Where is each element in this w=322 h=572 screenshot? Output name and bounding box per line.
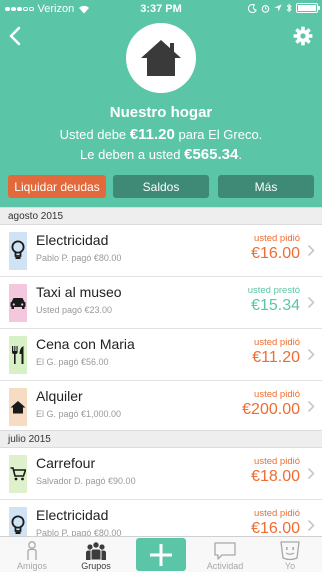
- tab-activity-label: Actividad: [206, 561, 244, 571]
- expense-payer: Usted pagó €23.00: [36, 305, 113, 315]
- tab-groups-label: Grupos: [81, 561, 111, 571]
- add-expense-button[interactable]: [136, 538, 186, 571]
- you-owe-summary: Usted debe €11.20 para El Greco.: [59, 126, 263, 143]
- chevron-right-icon: [307, 467, 315, 480]
- section-header-agosto: agosto 2015: [0, 207, 322, 225]
- expense-payer: El G. pagó €1,000.00: [36, 409, 122, 419]
- person-icon: [27, 541, 37, 560]
- gear-icon[interactable]: [293, 26, 313, 46]
- tab-bar: Amigos Grupos Actividad Yo: [0, 536, 322, 572]
- expense-payer: Pablo P. pagó €80.00: [36, 253, 122, 263]
- chevron-right-icon: [307, 348, 315, 361]
- chevron-right-icon: [307, 244, 315, 257]
- alarm-icon: [261, 4, 270, 13]
- expense-payer: El G. pagó €56.00: [36, 357, 109, 367]
- speech-bubble-icon: [214, 542, 236, 560]
- chevron-right-icon: [307, 519, 315, 532]
- expense-amount: €11.20: [252, 349, 300, 366]
- owed-to-you-amount: €565.34: [184, 146, 239, 163]
- expense-title: Cena con Maria: [36, 336, 135, 352]
- chevron-right-icon: [307, 400, 315, 413]
- car-icon: [9, 284, 27, 322]
- expense-status: usted pidió: [254, 389, 300, 400]
- expense-row-cena[interactable]: Cena con Maria El G. pagó €56.00 usted p…: [0, 329, 322, 381]
- expense-row-alquiler[interactable]: Alquiler El G. pagó €1,000.00 usted pidi…: [0, 381, 322, 433]
- tab-friends-label: Amigos: [16, 561, 47, 571]
- expense-row-carrefour[interactable]: Carrefour Salvador D. pagó €90.00 usted …: [0, 448, 322, 500]
- shopping-cart-icon: [9, 455, 27, 493]
- lightbulb-icon: [9, 232, 27, 270]
- expense-title: Electricidad: [36, 232, 109, 248]
- expense-title: Electricidad: [36, 507, 109, 523]
- settle-up-button[interactable]: Liquidar deudas: [8, 175, 106, 198]
- expense-row-electricidad[interactable]: Electricidad Pablo P. pagó €80.00 usted …: [0, 225, 322, 277]
- expense-title: Alquiler: [36, 388, 83, 404]
- home-icon: [141, 40, 181, 76]
- back-chevron-icon[interactable]: [6, 24, 26, 48]
- expense-amount: €15.34: [251, 297, 300, 314]
- expense-status: usted prestó: [247, 285, 300, 296]
- group-header: Verizon 3:37 PM Nuestro hogar Usted debe…: [0, 0, 322, 208]
- owed-to-you-summary: Le deben a usted €565.34.: [80, 146, 242, 163]
- expense-amount: €16.00: [251, 245, 300, 262]
- profile-face-icon: [280, 541, 300, 561]
- status-bar: Verizon 3:37 PM: [0, 0, 322, 18]
- battery-icon: [296, 3, 320, 13]
- chevron-right-icon: [307, 296, 315, 309]
- expense-status: usted pidió: [254, 456, 300, 467]
- expense-status: usted pidió: [254, 233, 300, 244]
- moon-icon: [248, 3, 257, 13]
- plus-icon: [150, 543, 172, 566]
- more-button[interactable]: Más: [218, 175, 314, 198]
- tab-you-label: Yo: [284, 561, 296, 571]
- bluetooth-icon: [286, 3, 292, 13]
- balances-button[interactable]: Saldos: [113, 175, 209, 198]
- tab-activity[interactable]: Actividad: [193, 537, 257, 572]
- group-name: Nuestro hogar: [109, 104, 213, 121]
- expense-amount: €18.00: [251, 468, 300, 485]
- expense-status: usted pidió: [254, 508, 300, 519]
- section-header-julio: julio 2015: [0, 430, 322, 448]
- expense-title: Carrefour: [36, 455, 96, 471]
- expense-title: Taxi al museo: [36, 284, 122, 300]
- expense-row-taxi[interactable]: Taxi al museo Usted pagó €23.00 usted pr…: [0, 277, 322, 329]
- tab-friends[interactable]: Amigos: [0, 537, 64, 572]
- expense-amount: €200.00: [242, 401, 300, 418]
- group-avatar[interactable]: [126, 23, 196, 93]
- fork-knife-icon: [9, 336, 27, 374]
- you-owe-amount: €11.20: [129, 126, 175, 143]
- home-icon: [9, 388, 27, 426]
- tab-groups[interactable]: Grupos: [64, 537, 128, 572]
- expense-status: usted pidió: [254, 337, 300, 348]
- location-icon: [274, 4, 282, 12]
- expense-payer: Salvador D. pagó €90.00: [36, 476, 136, 486]
- people-group-icon: [86, 541, 106, 561]
- tab-you[interactable]: Yo: [258, 537, 322, 572]
